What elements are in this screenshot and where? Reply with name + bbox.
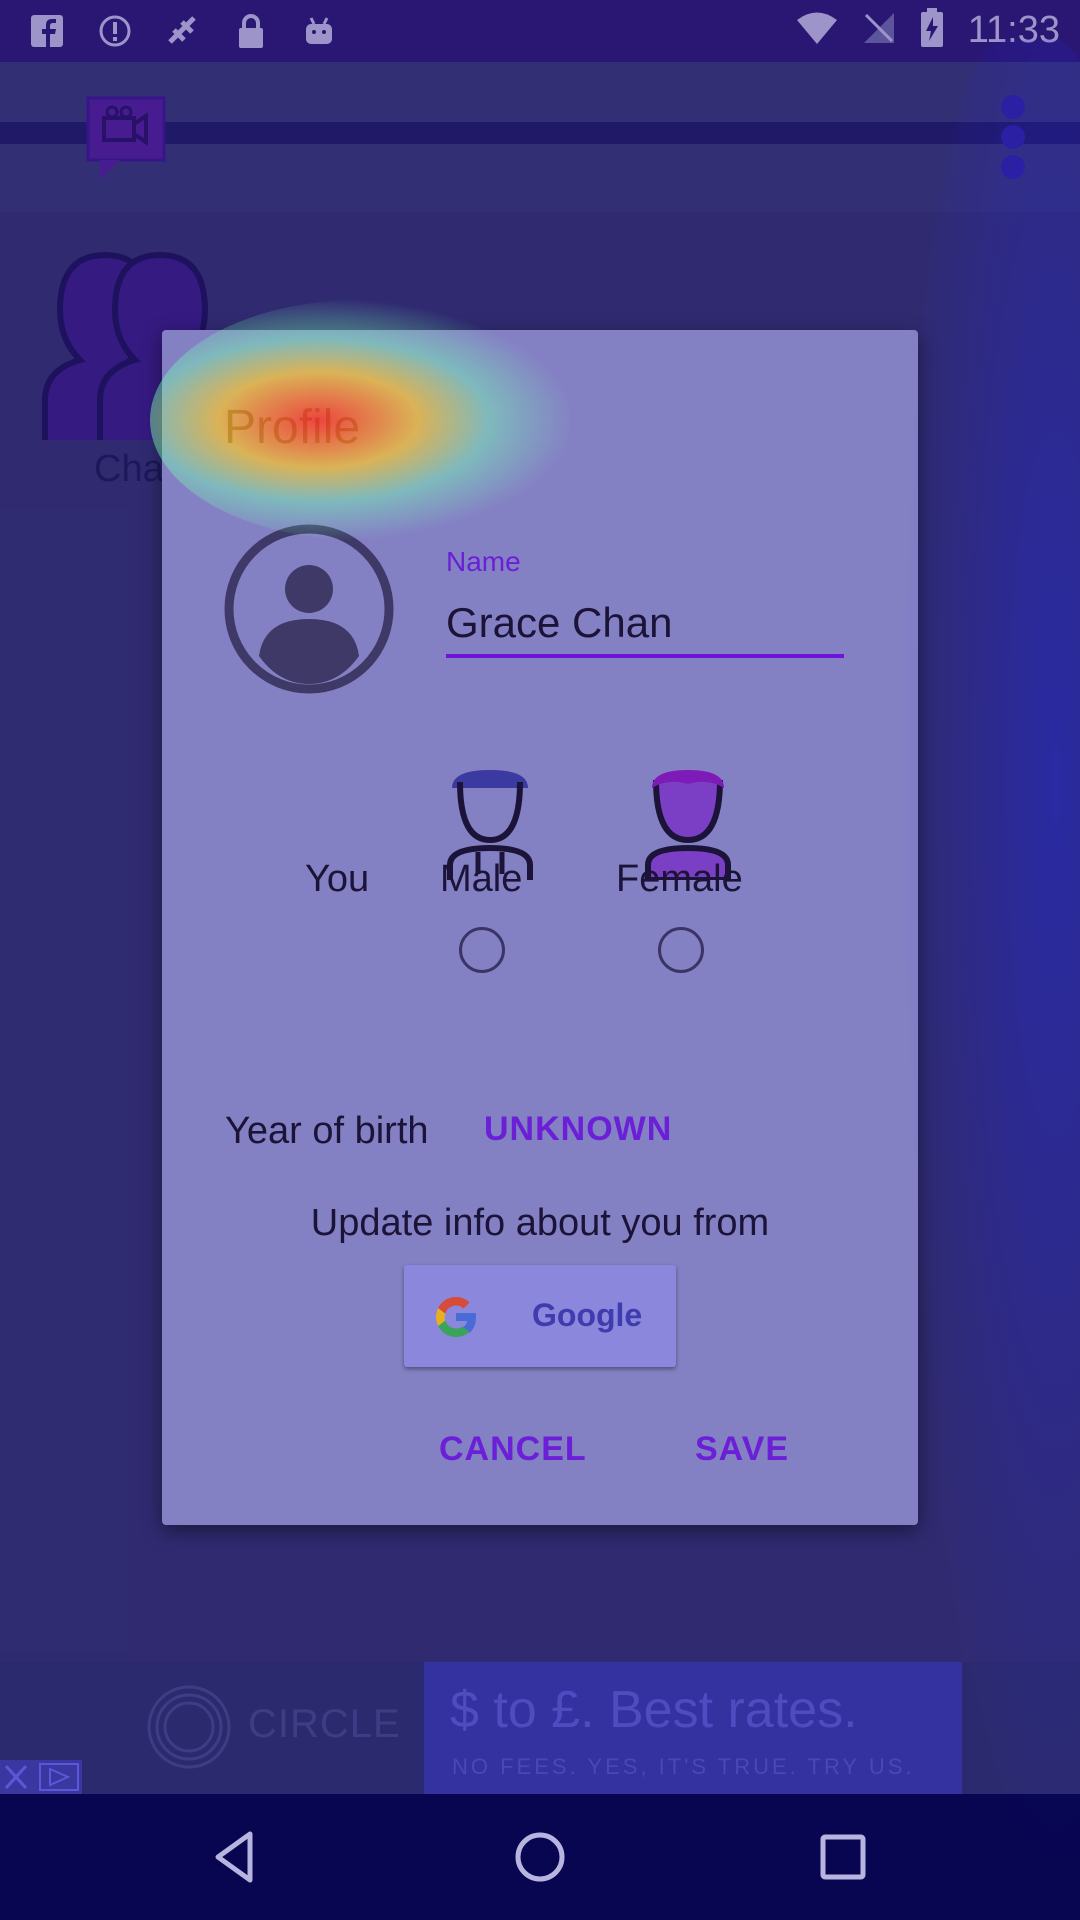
cancel-button[interactable]: CANCEL	[439, 1430, 587, 1469]
name-label: Name	[446, 546, 521, 577]
update-info-label: Update info about you from	[310, 1202, 770, 1244]
list-item-label: Cha	[94, 448, 164, 490]
year-of-birth-label: Year of birth	[225, 1110, 429, 1152]
male-radio[interactable]	[459, 927, 505, 973]
lock-icon	[232, 12, 270, 50]
name-field[interactable]	[446, 592, 844, 658]
circle-logo-icon	[146, 1684, 232, 1770]
wifi-icon	[796, 11, 838, 50]
battery-charging-icon	[920, 8, 944, 53]
save-button[interactable]: SAVE	[695, 1430, 789, 1469]
no-signal-icon	[862, 11, 896, 50]
recents-icon[interactable]	[810, 1824, 876, 1890]
avatar[interactable]	[224, 524, 394, 694]
google-button-label: Google	[532, 1297, 643, 1333]
profile-dialog: Profile Name You Male Female Year of bir…	[162, 330, 918, 1525]
female-label: Female	[616, 858, 743, 900]
android-icon	[300, 12, 338, 50]
year-of-birth-button[interactable]: UNKNOWN	[484, 1110, 672, 1149]
ad-banner[interactable]: CIRCLE $ to £. Best rates. NO FEES. YES,…	[0, 1662, 1080, 1794]
adchoices-icon[interactable]	[0, 1760, 82, 1794]
app-bar	[0, 62, 1080, 212]
google-icon	[432, 1293, 480, 1341]
navigation-bar	[0, 1794, 1080, 1920]
heatmap-glow-right	[900, 40, 1080, 1900]
ad-headline: $ to £. Best rates.	[450, 1681, 858, 1739]
alert-icon	[96, 12, 134, 50]
home-icon[interactable]	[507, 1824, 573, 1890]
google-signin-button[interactable]: Google	[404, 1265, 676, 1367]
male-label: Male	[440, 858, 523, 900]
screen: 11:33 Cha Profile Name You Male	[0, 0, 1080, 1920]
female-radio[interactable]	[658, 927, 704, 973]
dialog-title: Profile	[224, 401, 361, 454]
status-bar: 11:33	[0, 0, 1080, 62]
facebook-icon	[28, 12, 66, 50]
you-label: You	[305, 858, 370, 900]
overflow-menu-icon[interactable]	[1000, 94, 1026, 180]
video-chat-logo-icon[interactable]	[86, 96, 166, 182]
ad-brand: CIRCLE	[248, 1702, 401, 1746]
ad-subline: NO FEES. YES, IT'S TRUE. TRY US.	[452, 1754, 915, 1779]
satellite-icon	[164, 12, 202, 50]
ad-promo[interactable]: $ to £. Best rates. NO FEES. YES, IT'S T…	[424, 1662, 962, 1794]
back-icon[interactable]	[204, 1824, 270, 1890]
status-time: 11:33	[967, 9, 1060, 51]
